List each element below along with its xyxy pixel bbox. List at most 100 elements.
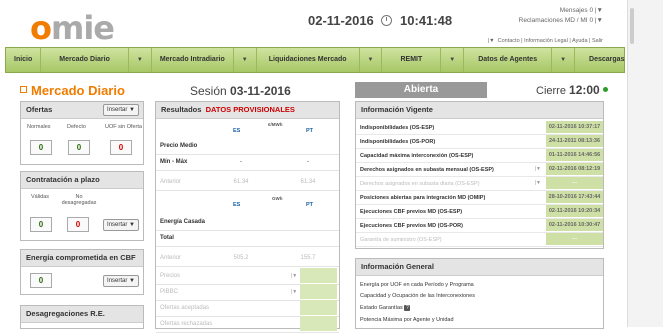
info-vigente-label[interactable]: Indisponibilidades (OS-POR) [360, 139, 435, 145]
info-general-link-garantias[interactable]: Estado Garantías ? [360, 305, 411, 311]
desagregaciones-header: Desagregaciones R.E. [21, 306, 143, 323]
nav-intradiario-arrow[interactable]: ▼ [234, 48, 257, 72]
info-general-link-potencia[interactable]: Potencia Máxima por Agente y Unidad [360, 317, 454, 323]
contratacion-nodesagregadas-value[interactable]: 0 [67, 217, 89, 232]
info-vigente-panel: Información Vigente Indisponibilidades (… [355, 101, 604, 249]
energia-cbf-insert-button[interactable]: Insertar ▼ [103, 275, 139, 287]
energia-cbf-panel: Energía comprometida en CBF 0 Insertar ▼ [20, 249, 144, 295]
info-general-panel: Información General Energía por UOF en c… [355, 258, 604, 329]
col-pt-2: PT [306, 202, 314, 208]
ofertas-normales-value[interactable]: 0 [30, 140, 52, 155]
contratacion-label-validas: Válidas [31, 194, 50, 200]
energia-cbf-value[interactable]: 0 [30, 273, 52, 288]
info-vigente-date: 02-11-2016 10:37:17 [546, 121, 603, 133]
info-icon[interactable]: ? [404, 305, 411, 311]
nav-remit[interactable]: REMIT [382, 48, 442, 72]
status-dot-icon [602, 87, 608, 92]
ofertas-label-normales: Normales [27, 124, 51, 130]
ofertas-defecto-value[interactable]: 0 [68, 140, 90, 155]
energia-cbf-header: Energía comprometida en CBF [21, 250, 143, 267]
nav-mercado-diario-arrow[interactable]: ▼ [129, 48, 152, 72]
info-vigente-row[interactable]: Capacidad máxima interconexión (OS-ESP) 0… [356, 149, 603, 163]
nav-remit-arrow[interactable]: ▼ [441, 48, 465, 72]
page-title: Mercado Diario [20, 83, 125, 98]
info-vigente-row[interactable]: Derechos asignados en subasta diaria (OS… [356, 177, 603, 191]
dropdown-arrow-icon[interactable]: |▼ [291, 273, 297, 279]
closing-time: Cierre 12:00 [536, 83, 608, 97]
info-vigente-row[interactable]: Ejecuciones CBF previos MD (OS-POR) 02-11… [356, 219, 603, 233]
info-vigente-date: 01-11-2016 14:46:56 [546, 149, 603, 161]
info-vigente-row[interactable]: Posiciones abiertas para integración MD … [356, 191, 603, 205]
nav-datos-arrow[interactable]: ▼ [552, 48, 576, 72]
top-links[interactable]: |▼ Contacto | Información Legal | Ayuda … [488, 38, 603, 44]
contratacion-panel: Contratación a plazo Válidas No desagreg… [20, 171, 144, 241]
resultados-panel: Resultados DATOS PROVISIONALES €/MWh ES … [155, 101, 340, 333]
session-date: Sesión 03-11-2016 [190, 84, 291, 98]
info-vigente-label[interactable]: Ejecuciones CBF previos MD (OS-POR) [360, 223, 463, 229]
min-max-row: Mín - Máx - - [156, 154, 339, 171]
dropdown-arrow-icon[interactable]: |▼ [535, 166, 541, 172]
contratacion-validas-value[interactable]: 0 [30, 217, 52, 232]
info-vigente-row[interactable]: Indisponibilidades (OS-POR) 24-11-2011 08… [356, 135, 603, 149]
dropdown-arrow-icon[interactable]: |▼ [291, 289, 297, 295]
contratacion-insert-button[interactable]: Insertar ▼ [103, 219, 139, 231]
ofertas-aceptadas-row[interactable]: Ofertas aceptadas [156, 300, 339, 317]
messages-link[interactable]: Mensajes 0 |▼ [519, 6, 603, 16]
info-vigente-row[interactable]: Garantía de suministro (OS-ESP) — [356, 233, 603, 247]
nav-liquidaciones-arrow[interactable]: ▼ [360, 48, 383, 72]
dropdown-arrow-icon[interactable]: |▼ [488, 38, 495, 44]
total-row: Total [156, 230, 339, 247]
ofertas-rechazadas-cell [300, 316, 337, 331]
nav-mercado-diario[interactable]: Mercado Diario [41, 48, 129, 72]
anterior-energy-row: Anterior 505.2 155.7 [156, 250, 339, 267]
info-vigente-date: — [546, 177, 603, 189]
resultados-header: Resultados DATOS PROVISIONALES [156, 102, 339, 119]
info-vigente-label[interactable]: Posiciones abiertas para integración MD … [360, 195, 485, 201]
nav-liquidaciones[interactable]: Liquidaciones Mercado [257, 48, 360, 72]
info-vigente-label[interactable]: Ejecuciones CBF previos MD (OS-ESP) [360, 209, 462, 215]
info-vigente-row[interactable]: Indisponibilidades (OS-ESP) 02-11-2016 10… [356, 121, 603, 135]
precio-medio-row: Precio Medio [156, 138, 339, 155]
col-pt: PT [306, 128, 314, 134]
anterior-price-row: Anterior 61.34 61.34 [156, 174, 339, 191]
ofertas-insert-button[interactable]: Insertar ▼ [103, 104, 139, 116]
clock-icon [381, 15, 393, 26]
dropdown-arrow-icon[interactable]: |▼ [535, 180, 541, 186]
pibbc-row[interactable]: PIBBC |▼ [156, 284, 339, 301]
pibbc-cell [300, 284, 337, 299]
info-general-link-capacidad[interactable]: Capacidad y Ocupación de las Interconexi… [360, 293, 475, 299]
desagregaciones-panel: Desagregaciones R.E. [20, 305, 144, 329]
contratacion-label-no-desagregadas: No desagregadas [61, 194, 97, 206]
info-vigente-header: Información Vigente [356, 102, 603, 119]
info-vigente-label[interactable]: Indisponibilidades (OS-ESP) [360, 125, 434, 131]
unit-gwh: GWh [272, 196, 283, 201]
info-vigente-row[interactable]: Ejecuciones CBF previos MD (OS-ESP) 02-11… [356, 205, 603, 219]
unit-eur-mwh: €/MWh [268, 122, 283, 127]
info-vigente-date: 02-11-2016 10:20:34 [546, 205, 603, 217]
omie-logo[interactable]: omie [30, 12, 115, 44]
info-vigente-label[interactable]: Derechos asignados en subasta diaria (OS… [360, 181, 480, 187]
info-general-link-energia[interactable]: Energía por UOF en cada Período y Progra… [360, 282, 474, 288]
nav-inicio[interactable]: Inicio [6, 48, 42, 72]
info-vigente-label[interactable]: Derechos asignados en subasta mensual (O… [360, 167, 494, 173]
info-vigente-date: 02-11-2016 08:12:19 [546, 163, 603, 175]
status-badge: Abierta [355, 82, 487, 98]
ofertas-label-defecto: Defecto [67, 124, 86, 130]
info-vigente-date: 28-10-2016 17:43:44 [546, 191, 603, 203]
info-vigente-label[interactable]: Capacidad máxima interconexión (OS-ESP) [360, 153, 473, 159]
info-vigente-row[interactable]: Derechos asignados en subasta mensual (O… [356, 163, 603, 177]
nav-datos-agentes[interactable]: Datos de Agentes [464, 48, 553, 72]
precios-row[interactable]: Precios |▼ [156, 268, 339, 285]
nav-mercado-intradiario[interactable]: Mercado Intradiario [152, 48, 234, 72]
col-es: ES [233, 128, 241, 134]
ofertas-uof-value[interactable]: 0 [110, 140, 132, 155]
info-general-header: Información General [356, 259, 603, 276]
col-es-2: ES [233, 202, 241, 208]
scrollbar-thumb[interactable] [630, 8, 634, 44]
info-vigente-date: 02-11-2016 10:30:47 [546, 219, 603, 231]
reclamaciones-link[interactable]: Reclamaciones MD / MI 0 |▼ [519, 16, 603, 26]
bullet-icon [20, 86, 27, 93]
info-vigente-label[interactable]: Garantía de suministro (OS-ESP) [360, 237, 442, 243]
ofertas-rechazadas-row[interactable]: Ofertas rechazadas [156, 316, 339, 333]
server-time: 10:41:48 [400, 13, 453, 28]
